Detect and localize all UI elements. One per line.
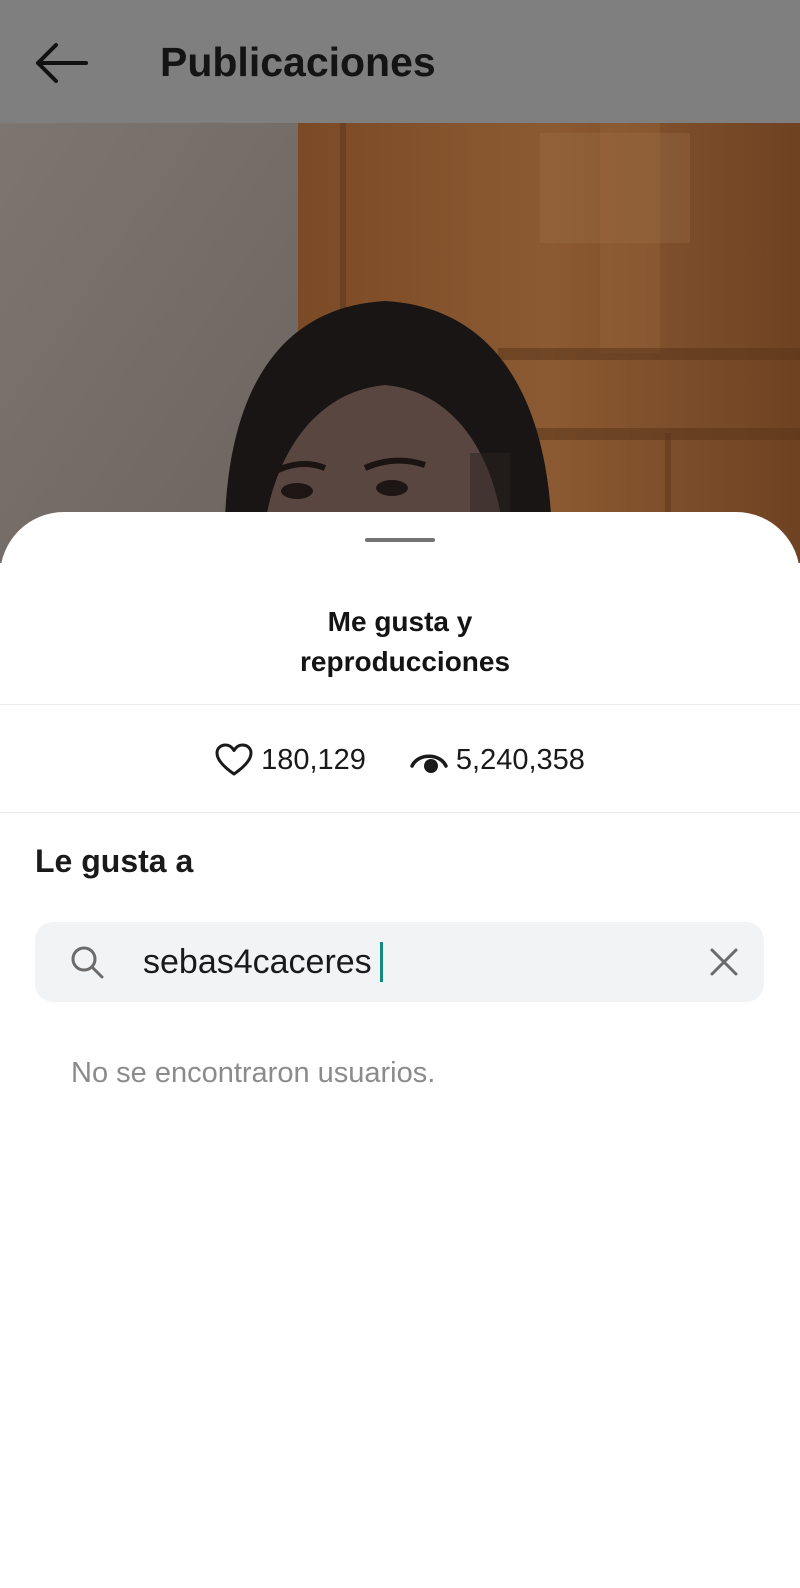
text-caret [379,942,383,982]
likes-bottom-sheet: Me gusta y reproducciones 180,129 5,240,… [0,512,800,1588]
page-title: Publicaciones [160,39,436,85]
eye-icon [410,754,448,773]
close-icon[interactable] [706,944,742,980]
divider [0,812,800,813]
views-count: 5,240,358 [455,743,585,776]
drag-handle[interactable] [365,538,435,542]
likes-stat: 180,129 [215,743,366,777]
sheet-title: Me gusta y reproducciones [300,606,511,677]
heart-icon [215,743,253,776]
likes-count: 180,129 [261,743,366,776]
top-bar: Publicaciones [0,0,800,123]
post-image [0,123,800,563]
divider [0,704,800,705]
back-button[interactable] [30,38,94,88]
search-icon [71,946,104,979]
search-input[interactable]: sebas4caceres [143,940,383,984]
empty-results-message: No se encontraron usuarios. [71,1057,436,1089]
search-bar[interactable]: sebas4caceres [35,922,764,1002]
stats-row: 180,129 5,240,358 [0,708,800,812]
section-title: Le gusta a [35,843,194,879]
search-input-value: sebas4caceres [143,943,372,981]
arrow-left-icon [36,43,88,83]
views-stat: 5,240,358 [410,744,585,777]
